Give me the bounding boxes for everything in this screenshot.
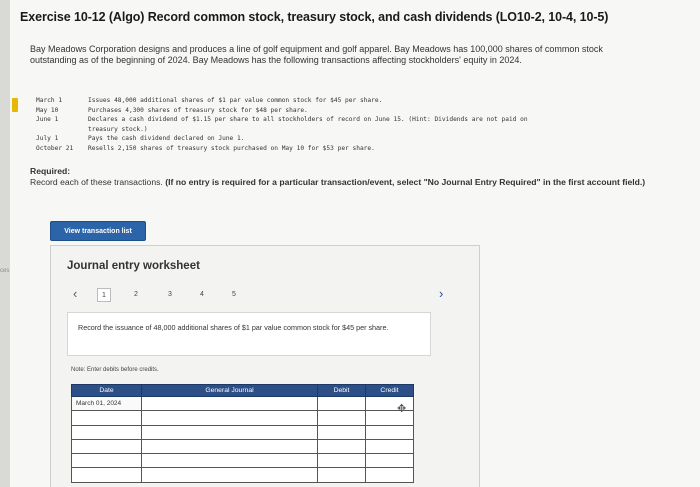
required-heading: Required: — [30, 166, 71, 176]
table-row — [71, 467, 414, 483]
credit-field[interactable] — [365, 395, 414, 412]
page-button-3[interactable]: 3 — [163, 288, 177, 302]
page-button-5[interactable]: 5 — [227, 288, 241, 302]
date-cell[interactable] — [71, 410, 142, 426]
journal-entry-worksheet: Journal entry worksheet ‹ 1 2 3 4 5 › Re… — [50, 245, 480, 487]
journal-header-row: Date General Journal Debit Credit — [71, 384, 414, 397]
page-button-1[interactable]: 1 — [97, 288, 111, 302]
debit-field[interactable] — [317, 453, 366, 469]
page-title: Exercise 10-12 (Algo) Record common stoc… — [20, 10, 609, 24]
view-transaction-list-button[interactable]: View transaction list — [50, 221, 146, 241]
transaction-desc: Resells 2,150 shares of treasury stock p… — [88, 144, 375, 152]
date-cell[interactable] — [71, 438, 142, 455]
debit-field[interactable] — [317, 395, 366, 412]
credit-field[interactable] — [365, 453, 414, 469]
col-general-journal: General Journal — [141, 384, 318, 397]
transaction-date: October 21 — [36, 144, 74, 152]
transaction-date: July 1 — [36, 135, 59, 142]
credit-field[interactable] — [365, 424, 414, 440]
worksheet-pager: ‹ 1 2 3 4 5 › — [67, 286, 447, 304]
date-cell[interactable] — [71, 467, 142, 483]
page-button-4[interactable]: 4 — [195, 288, 209, 302]
credit-field[interactable] — [365, 410, 414, 426]
transaction-date: March 1 — [36, 97, 63, 104]
account-field[interactable] — [141, 410, 318, 426]
required-text-wrap: Record each of these transactions. (If n… — [30, 177, 670, 188]
transaction-desc-cont: treasury stock.) — [88, 125, 148, 133]
account-field[interactable] — [141, 467, 318, 483]
account-field[interactable] — [141, 453, 318, 469]
credit-field[interactable] — [365, 438, 414, 455]
table-row — [71, 453, 414, 469]
col-date: Date — [71, 384, 142, 397]
transaction-desc: Pays the cash dividend declared on June … — [88, 135, 245, 142]
col-debit: Debit — [317, 384, 366, 397]
transaction-desc: Issues 48,000 additional shares of $1 pa… — [88, 97, 383, 104]
table-row — [71, 424, 414, 440]
account-field[interactable] — [141, 395, 318, 412]
prev-page-button[interactable]: ‹ — [73, 286, 77, 302]
entry-note: Note: Enter debits before credits. — [71, 367, 159, 373]
date-cell[interactable]: March 01, 2024 — [71, 395, 142, 412]
credit-field[interactable] — [365, 467, 414, 483]
col-credit: Credit — [365, 384, 414, 397]
required-text: Record each of these transactions. — [30, 177, 163, 187]
transaction-date: May 10 — [36, 106, 59, 114]
transaction-row: October 21 Resells 2,150 shares of treas… — [36, 144, 656, 154]
account-field[interactable] — [141, 438, 318, 455]
next-page-button[interactable]: › — [439, 286, 443, 302]
debit-field[interactable] — [317, 410, 366, 426]
required-bold-text: (If no entry is required for a particula… — [165, 177, 646, 187]
date-cell[interactable] — [71, 453, 142, 469]
debit-field[interactable] — [317, 438, 366, 455]
page-button-2[interactable]: 2 — [129, 288, 143, 302]
entry-instruction: Record the issuance of 48,000 additional… — [67, 312, 431, 356]
page: Exercise 10-12 (Algo) Record common stoc… — [10, 0, 700, 487]
transaction-row: May 10 Purchases 4,300 shares of treasur… — [36, 106, 656, 116]
highlight-marker — [12, 98, 18, 112]
table-row — [71, 410, 414, 426]
table-row — [71, 438, 414, 455]
journal-table: Date General Journal Debit Credit March … — [71, 384, 414, 483]
transaction-row: July 1 Pays the cash dividend declared o… — [36, 134, 656, 144]
worksheet-title: Journal entry worksheet — [67, 260, 200, 272]
transaction-row: June 1 Declares a cash dividend of $1.15… — [36, 115, 656, 125]
debit-field[interactable] — [317, 424, 366, 440]
date-cell[interactable] — [71, 424, 142, 440]
transaction-desc: Declares a cash dividend of $1.15 per sh… — [88, 116, 528, 123]
table-row: March 01, 2024 — [71, 395, 414, 412]
intro-text: Bay Meadows Corporation designs and prod… — [30, 44, 603, 65]
transaction-desc: Purchases 4,300 shares of treasury stock… — [88, 106, 308, 114]
debit-field[interactable] — [317, 467, 366, 483]
left-edge — [0, 0, 10, 487]
transaction-list: March 1 Issues 48,000 additional shares … — [36, 96, 656, 153]
move-cursor-icon: ✥ — [397, 403, 407, 415]
transaction-date: June 1 — [36, 116, 59, 123]
required-section: Required: Record each of these transacti… — [30, 166, 670, 188]
account-field[interactable] — [141, 424, 318, 440]
transaction-row: March 1 Issues 48,000 additional shares … — [36, 96, 656, 106]
